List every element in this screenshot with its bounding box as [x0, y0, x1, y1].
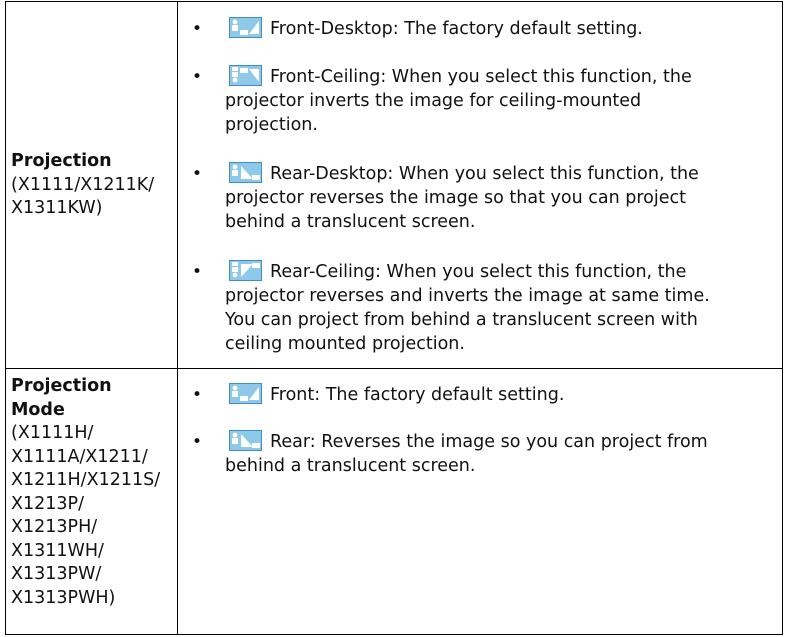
setting-name-line: Projection — [11, 376, 112, 396]
option-front-desktop: Front-Desktop: The factory default setti… — [225, 17, 790, 41]
setting-models-line: X1211H/X1211S/ — [11, 470, 161, 490]
setting-cell: Projection Mode (X1111H/ X1111A/X1211/ X… — [6, 368, 178, 634]
bullet: • — [192, 385, 203, 405]
front-icon — [229, 383, 262, 404]
setting-models-line: X1213P/ — [11, 493, 84, 514]
setting-models-line: X1213PH/ — [11, 517, 98, 537]
bullet: • — [192, 432, 203, 452]
setting-models-line: (X1111/X1211K/ — [11, 174, 155, 195]
setting-models-line: X1313PW/ — [11, 564, 102, 584]
bullet: • — [192, 262, 203, 282]
option-text: Front-Ceiling: When you select this func… — [270, 67, 692, 87]
setting-models-line: (X1111H/ — [11, 423, 94, 443]
option-text: Rear: Reverses the image so you can proj… — [270, 432, 708, 452]
bullet: • — [192, 164, 203, 184]
option-text: Rear-Ceiling: When you select this funct… — [270, 262, 687, 282]
setting-models-line: X1311KW) — [11, 198, 103, 218]
option-text: Front: The factory default setting. — [270, 385, 565, 405]
description-cell: • Front: The factory default setting. • … — [178, 368, 782, 634]
rear-desktop-icon — [229, 162, 262, 183]
bullet: • — [192, 67, 203, 87]
table-row-projection: Projection (X1111/X1211K/ X1311KW) • Fro… — [6, 2, 782, 369]
option-text: ceiling mounted projection. — [225, 334, 465, 354]
option-text: projector reverses the image so that you… — [225, 188, 686, 208]
option-text: behind a translucent screen. — [225, 212, 476, 232]
rear-icon — [229, 430, 262, 451]
setting-models-line: X1111A/X1211/ — [11, 446, 148, 467]
option-front: Front: The factory default setting. — [225, 383, 790, 407]
setting-name: Projection — [11, 151, 112, 171]
bullet: • — [192, 19, 203, 39]
option-text: behind a translucent screen. — [225, 456, 476, 476]
front-desktop-icon — [229, 17, 262, 38]
option-front-ceiling: Front-Ceiling: When you select this func… — [225, 65, 790, 137]
option-rear-desktop: Rear-Desktop: When you select this funct… — [225, 162, 790, 234]
option-text: You can project from behind a translucen… — [225, 310, 698, 330]
table-row-projection-mode: Projection Mode (X1111H/ X1111A/X1211/ X… — [6, 368, 782, 634]
setting-name-line: Mode — [11, 399, 65, 420]
description-cell: • Front-Desktop: The factory default set… — [178, 2, 782, 368]
option-text: projector reverses and inverts the image… — [225, 286, 710, 306]
front-ceiling-icon — [229, 65, 262, 86]
setting-cell: Projection (X1111/X1211K/ X1311KW) — [6, 2, 178, 368]
setting-models-line: X1311WH/ — [11, 540, 104, 561]
setting-label: Projection Mode (X1111H/ X1111A/X1211/ X… — [11, 375, 160, 610]
option-text: Front-Desktop: The factory default setti… — [270, 19, 643, 39]
settings-table: Projection (X1111/X1211K/ X1311KW) • Fro… — [5, 1, 783, 635]
option-text: projector inverts the image for ceiling-… — [225, 91, 642, 111]
setting-label: Projection (X1111/X1211K/ X1311KW) — [11, 150, 154, 221]
setting-models-line: X1313PWH) — [11, 587, 116, 608]
option-text: projection. — [225, 115, 318, 135]
option-rear-ceiling: Rear-Ceiling: When you select this funct… — [225, 260, 790, 356]
rear-ceiling-icon — [229, 260, 262, 281]
option-text: Rear-Desktop: When you select this funct… — [270, 164, 699, 184]
option-rear: Rear: Reverses the image so you can proj… — [225, 430, 790, 478]
